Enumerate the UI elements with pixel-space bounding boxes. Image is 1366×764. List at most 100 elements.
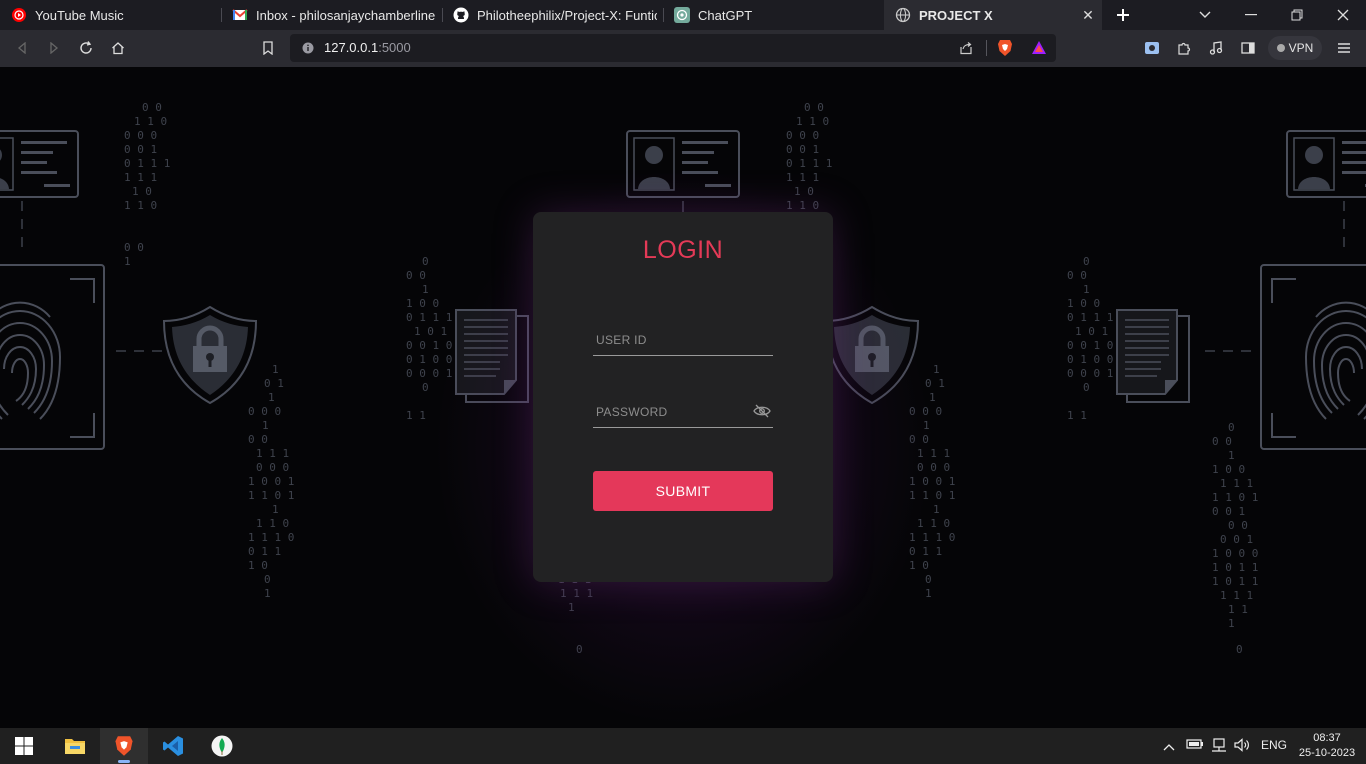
svg-text:1: 1 bbox=[1228, 449, 1235, 462]
minimize-icon bbox=[1245, 14, 1257, 16]
new-tab-button[interactable] bbox=[1102, 0, 1144, 30]
chevron-down-icon bbox=[1199, 11, 1211, 18]
brave-rewards-icon[interactable] bbox=[1031, 40, 1047, 55]
battery-charging-icon bbox=[1186, 739, 1203, 749]
address-bar[interactable]: 127.0.0.1:5000 bbox=[290, 34, 1056, 62]
vpn-label: VPN bbox=[1288, 41, 1314, 55]
plus-icon bbox=[1117, 9, 1129, 21]
volume-button[interactable] bbox=[1234, 738, 1250, 755]
language-indicator[interactable]: ENG bbox=[1261, 738, 1287, 752]
user-id-field bbox=[593, 326, 773, 356]
tab-chatgpt[interactable]: ChatGPT bbox=[663, 0, 884, 30]
minimize-button[interactable] bbox=[1228, 0, 1274, 30]
folder-icon bbox=[65, 739, 85, 754]
url-port: :5000 bbox=[378, 40, 411, 55]
eye-slash-icon[interactable] bbox=[753, 404, 771, 418]
music-note-icon bbox=[1209, 41, 1223, 55]
tab-youtube-music[interactable]: YouTube Music bbox=[0, 0, 221, 30]
vpn-button[interactable]: VPN bbox=[1268, 36, 1322, 60]
bookmark-button[interactable] bbox=[256, 37, 280, 59]
vscode-icon bbox=[163, 736, 183, 756]
svg-text:1 0 0 0: 1 0 0 0 bbox=[1212, 547, 1258, 560]
restore-icon bbox=[1291, 9, 1303, 21]
svg-text:1 1 1: 1 1 1 bbox=[1220, 589, 1253, 602]
tab-title: Philotheephilix/Project-X: Funtiona bbox=[477, 7, 657, 23]
start-button[interactable] bbox=[10, 732, 38, 760]
camera-icon bbox=[1145, 42, 1159, 54]
svg-text:1 0 1 1: 1 0 1 1 bbox=[1212, 575, 1258, 588]
tab-title: Inbox - philosanjaychamberline.26 bbox=[256, 7, 436, 23]
puzzle-icon bbox=[1178, 42, 1191, 55]
youtube-music-icon bbox=[11, 7, 27, 23]
brave-shields-icon[interactable] bbox=[997, 39, 1013, 57]
forward-arrow-icon bbox=[50, 42, 59, 54]
mongodb-compass-taskbar-button[interactable] bbox=[208, 732, 236, 760]
svg-text:1 1 1: 1 1 1 bbox=[1220, 477, 1253, 490]
url-text: 127.0.0.1:5000 bbox=[324, 40, 411, 55]
close-icon bbox=[1337, 9, 1349, 21]
svg-text:1 0 1 1: 1 0 1 1 bbox=[1212, 561, 1258, 574]
clock-date: 25-10-2023 bbox=[1298, 747, 1356, 759]
vscode-taskbar-button[interactable] bbox=[159, 732, 187, 760]
svg-text:1 0 0: 1 0 0 bbox=[1212, 463, 1245, 476]
reload-button[interactable] bbox=[74, 37, 98, 59]
password-input[interactable] bbox=[593, 398, 773, 426]
ethernet-icon bbox=[1212, 738, 1226, 752]
battery-button[interactable] bbox=[1186, 738, 1204, 753]
user-id-input[interactable] bbox=[593, 326, 773, 354]
mongodb-compass-icon bbox=[211, 735, 233, 757]
svg-text:1: 1 bbox=[1228, 617, 1235, 630]
separator bbox=[986, 40, 987, 56]
svg-text:0: 0 bbox=[1228, 421, 1235, 434]
extensions-button[interactable] bbox=[1172, 37, 1196, 59]
reload-icon bbox=[80, 41, 92, 54]
show-hidden-icons-button[interactable] bbox=[1163, 740, 1175, 754]
forward-button[interactable] bbox=[42, 37, 66, 59]
svg-text:0 0 1: 0 0 1 bbox=[1220, 533, 1253, 546]
network-button[interactable] bbox=[1210, 738, 1228, 755]
gmail-icon bbox=[232, 7, 248, 23]
tab-search-button[interactable] bbox=[1182, 0, 1228, 30]
sidebar-button[interactable] bbox=[1236, 37, 1260, 59]
close-tab-icon[interactable]: ✕ bbox=[1080, 7, 1096, 23]
tab-github-project[interactable]: Philotheephilix/Project-X: Funtiona bbox=[442, 0, 663, 30]
svg-text:1 1: 1 1 bbox=[1228, 603, 1248, 616]
tab-title: PROJECT X bbox=[919, 7, 993, 23]
clock[interactable]: 08:37 25-10-2023 bbox=[1296, 731, 1358, 761]
share-icon[interactable] bbox=[959, 41, 973, 55]
tab-project-x[interactable]: PROJECT X ✕ bbox=[884, 0, 1102, 30]
back-arrow-icon bbox=[17, 42, 26, 54]
svg-text:0 0: 0 0 bbox=[1228, 519, 1248, 532]
screenshot-button[interactable] bbox=[1140, 37, 1164, 59]
close-window-button[interactable] bbox=[1320, 0, 1366, 30]
site-info-icon[interactable] bbox=[302, 42, 314, 54]
github-icon bbox=[453, 7, 469, 23]
globe-icon bbox=[895, 7, 911, 23]
restore-button[interactable] bbox=[1274, 0, 1320, 30]
hamburger-menu-icon bbox=[1338, 43, 1350, 53]
brave-browser-taskbar-button[interactable] bbox=[110, 732, 138, 760]
svg-text:0 0 1: 0 0 1 bbox=[1212, 505, 1245, 518]
sidebar-icon bbox=[1241, 42, 1255, 54]
chatgpt-icon bbox=[674, 7, 690, 23]
tab-title: YouTube Music bbox=[35, 7, 124, 23]
windows-logo-icon bbox=[15, 737, 33, 755]
vpn-status-icon bbox=[1276, 44, 1285, 52]
password-field bbox=[593, 398, 773, 428]
chevron-up-icon bbox=[1163, 744, 1175, 751]
back-button[interactable] bbox=[10, 37, 34, 59]
windows-taskbar: ENG 08:37 25-10-2023 bbox=[0, 728, 1366, 764]
tab-gmail-inbox[interactable]: Inbox - philosanjaychamberline.26 bbox=[221, 0, 442, 30]
page-viewport: 0 01 1 00 0 0 0 0 10 1 1 11 1 1 1 01 1 0… bbox=[0, 67, 1366, 728]
brave-browser-icon bbox=[115, 736, 133, 756]
bookmark-icon bbox=[263, 41, 273, 55]
file-explorer-button[interactable] bbox=[61, 732, 89, 760]
speaker-icon bbox=[1234, 738, 1249, 752]
login-title: LOGIN bbox=[642, 236, 724, 264]
url-host: 127.0.0.1 bbox=[324, 40, 379, 55]
submit-button[interactable]: SUBMIT bbox=[593, 471, 773, 511]
menu-button[interactable] bbox=[1332, 37, 1356, 59]
home-button[interactable] bbox=[106, 37, 130, 59]
svg-text:0: 0 bbox=[1236, 643, 1243, 656]
media-button[interactable] bbox=[1204, 37, 1228, 59]
